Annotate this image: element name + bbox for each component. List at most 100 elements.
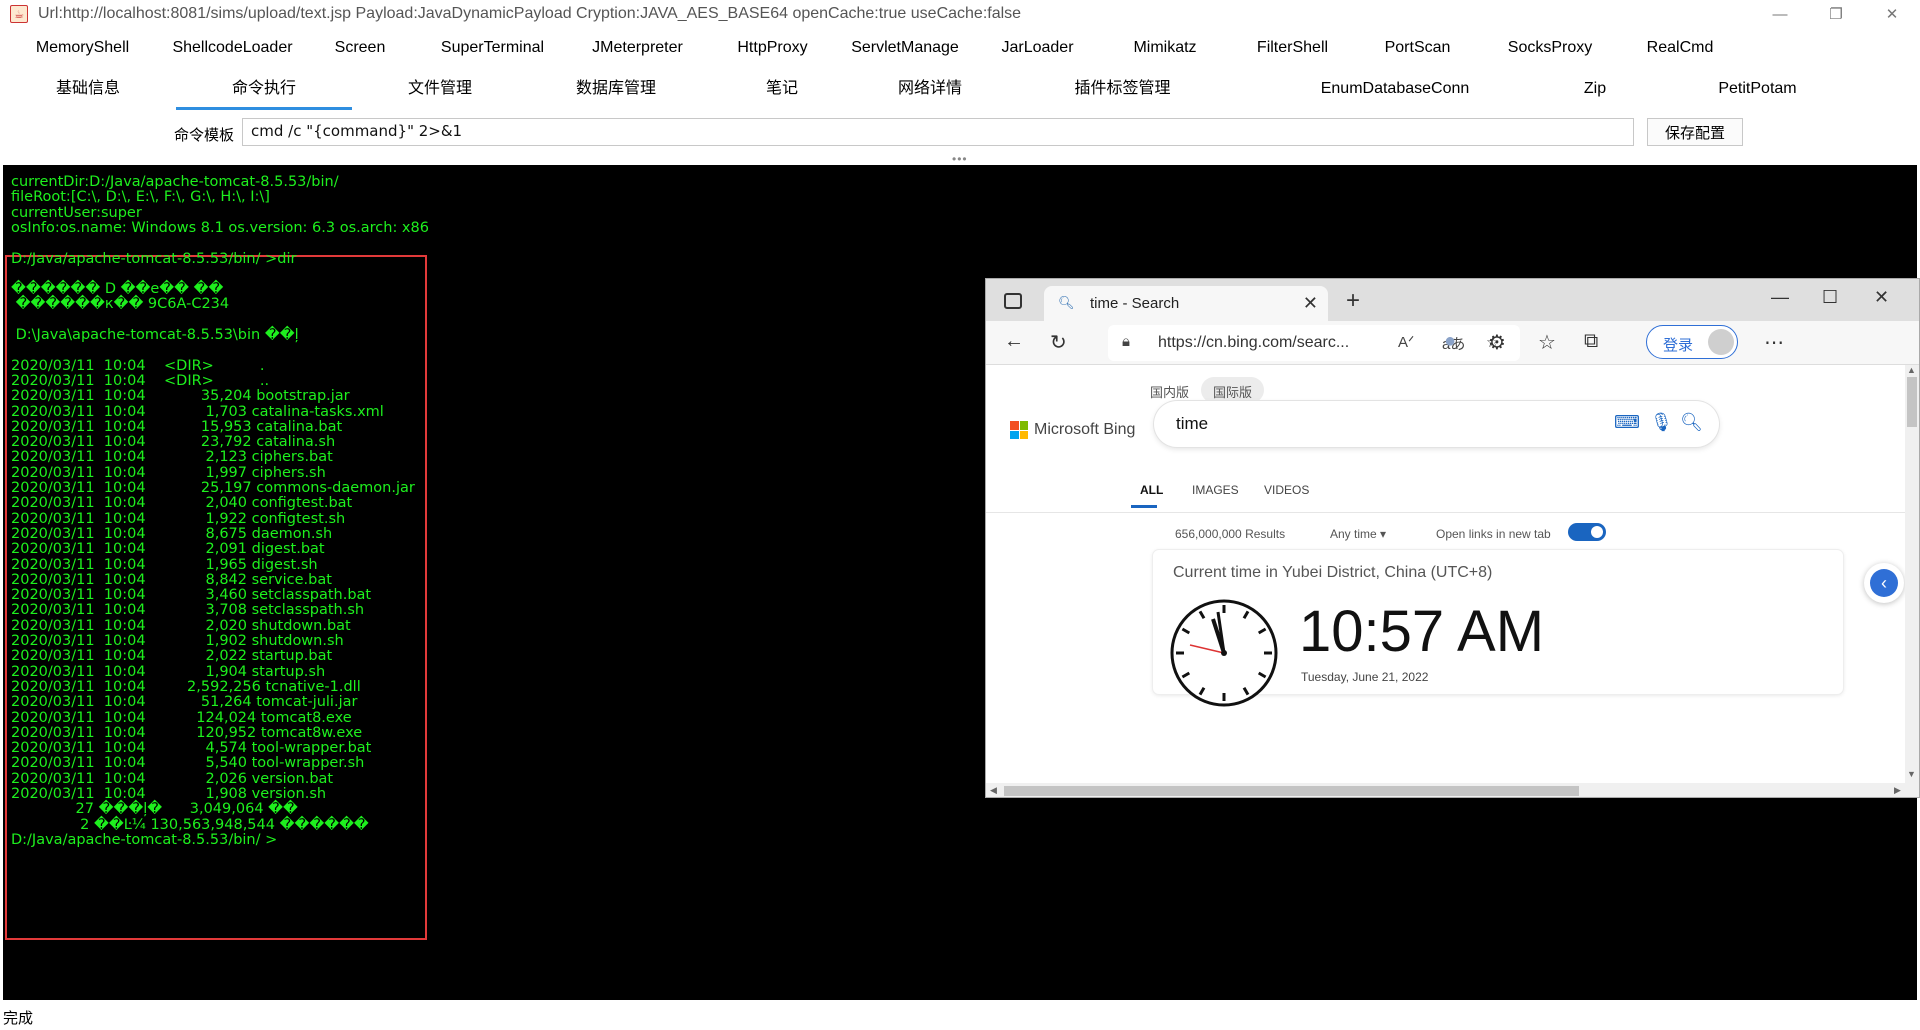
vertical-scroll-thumb[interactable]: [1907, 377, 1917, 427]
plugin-servletmanage[interactable]: ServletManage: [835, 39, 975, 57]
plugin-screen[interactable]: Screen: [300, 39, 420, 57]
status-bar: 完成: [0, 1003, 1920, 1030]
bing-logo-text: Microsoft Bing: [1034, 421, 1136, 438]
bing-page: 国内版 国际版 Microsoft Bing time ⌨ 🎙︎ 🔍︎ ALL …: [986, 365, 1919, 797]
browser-tab-title: time - Search: [1090, 295, 1180, 312]
browser-tabstrip: 🔍︎ time - Search ✕ + — ☐ ✕: [986, 279, 1919, 321]
browser-window: 🔍︎ time - Search ✕ + — ☐ ✕ ← ↻ 🔒︎ https:…: [985, 278, 1920, 798]
plugin-httpproxy[interactable]: HttpProxy: [710, 39, 835, 57]
window-controls: — ❐ ✕: [1752, 0, 1920, 28]
minimize-icon[interactable]: —: [1752, 0, 1808, 28]
search-icon[interactable]: 🔍︎: [1680, 412, 1703, 433]
open-links-label: Open links in new tab: [1436, 527, 1551, 541]
browser-maximize-icon[interactable]: ☐: [1822, 287, 1838, 308]
current-date: Tuesday, June 21, 2022: [1301, 670, 1429, 684]
signin-label: 登录: [1663, 337, 1694, 354]
scroll-up-icon[interactable]: ▲: [1907, 365, 1916, 375]
browser-minimize-icon[interactable]: —: [1771, 287, 1789, 308]
plugin-memoryshell[interactable]: MemoryShell: [0, 39, 165, 57]
tab-enum-database-conn[interactable]: EnumDatabaseConn: [1245, 70, 1545, 110]
tab-command-exec[interactable]: 命令执行: [176, 70, 352, 110]
tab-basic-info[interactable]: 基础信息: [0, 70, 176, 110]
plugin-jmeterpreter[interactable]: JMeterpreter: [565, 39, 710, 57]
vertical-scrollbar[interactable]: ▲ ▼: [1905, 365, 1919, 785]
splitter-handle-icon[interactable]: •••: [952, 152, 968, 166]
tab-notes[interactable]: 笔记: [704, 70, 860, 110]
command-template-label: 命令模板: [174, 127, 235, 144]
tab-zip[interactable]: Zip: [1545, 70, 1645, 110]
command-template-input[interactable]: cmd /c "{command}" 2>&1: [242, 118, 1634, 146]
tab-database-manager[interactable]: 数据库管理: [528, 70, 704, 110]
restore-icon[interactable]: ❐: [1808, 0, 1864, 28]
results-count: 656,000,000 Results: [1175, 527, 1286, 541]
plugin-filtershell[interactable]: FilterShell: [1230, 39, 1355, 57]
time-location: Current time in Yubei District, China (U…: [1173, 564, 1493, 581]
plugin-jarloader[interactable]: JarLoader: [975, 39, 1100, 57]
chevron-left-icon: ‹: [1870, 569, 1898, 597]
plugin-portscan[interactable]: PortScan: [1355, 39, 1480, 57]
window-title: Url:http://localhost:8081/sims/upload/te…: [38, 5, 1022, 22]
tab-file-manager[interactable]: 文件管理: [352, 70, 528, 110]
scroll-right-icon[interactable]: ▶: [1894, 785, 1901, 796]
search-input[interactable]: time ⌨ 🎙︎ 🔍︎: [1154, 401, 1719, 447]
status-text: 完成: [3, 1010, 34, 1027]
close-tab-icon[interactable]: ✕: [1303, 293, 1318, 314]
refresh-icon[interactable]: ↻: [1050, 330, 1067, 355]
browser-toolbar: ← ↻ 🔒︎ https://cn.bing.com/searc... A͏ᐟ …: [986, 321, 1919, 365]
horizontal-scroll-thumb[interactable]: [1004, 786, 1579, 796]
plugin-socksproxy[interactable]: SocksProxy: [1480, 39, 1620, 57]
new-tab-icon[interactable]: +: [1346, 287, 1360, 315]
open-links-toggle[interactable]: [1568, 523, 1606, 541]
search-query: time: [1176, 414, 1209, 433]
microphone-icon[interactable]: 🎙︎: [1650, 412, 1673, 433]
plugin-realcmd[interactable]: RealCmd: [1620, 39, 1740, 57]
tab-images[interactable]: IMAGES: [1192, 483, 1239, 497]
search-icon: 🔍︎: [1058, 295, 1075, 310]
more-menu-icon[interactable]: ⋯: [1764, 330, 1784, 355]
read-aloud-icon[interactable]: A͏ᐟ: [1398, 333, 1414, 351]
extensions-icon[interactable]: ⚙: [1488, 330, 1506, 355]
tab-plugin-tag-manager[interactable]: 插件标签管理: [1000, 70, 1245, 110]
close-icon[interactable]: ✕: [1864, 0, 1920, 28]
plugin-shellcodeloader[interactable]: ShellcodeLoader: [165, 39, 300, 57]
plugin-mimikatz[interactable]: Mimikatz: [1100, 39, 1230, 57]
extension-circle-icon[interactable]: ●: [1444, 330, 1456, 353]
keyboard-icon[interactable]: ⌨: [1614, 412, 1640, 433]
save-config-button[interactable]: 保存配置: [1647, 118, 1743, 146]
microsoft-logo-icon: [1010, 421, 1028, 439]
horizontal-scrollbar[interactable]: ◀ ▶: [986, 783, 1919, 797]
region-cn-link[interactable]: 国内版: [1138, 377, 1201, 403]
java-app-icon: ☕: [10, 5, 28, 23]
time-answer-card: Current time in Yubei District, China (U…: [1153, 550, 1843, 707]
browser-close-icon[interactable]: ✕: [1874, 287, 1889, 308]
any-time-filter[interactable]: Any time ▾: [1330, 527, 1386, 541]
browser-tab[interactable]: 🔍︎ time - Search ✕: [1044, 286, 1328, 321]
terminal-line: D:/Java/apache-tomcat-8.5.53/bin/ >: [11, 831, 278, 848]
tab-videos[interactable]: VIDEOS: [1264, 483, 1309, 497]
divider: [986, 512, 1919, 513]
plugin-superterminal[interactable]: SuperTerminal: [420, 39, 565, 57]
address-text: https://cn.bing.com/searc...: [1158, 334, 1350, 351]
tab-network-details[interactable]: 网络详情: [860, 70, 1000, 110]
back-icon[interactable]: ←: [1004, 330, 1024, 353]
active-tab-indicator: [1131, 505, 1157, 508]
scroll-left-icon[interactable]: ◀: [990, 785, 997, 796]
tab-all[interactable]: ALL: [1140, 483, 1163, 497]
tab-actions-icon[interactable]: [1004, 293, 1022, 309]
any-time-label: Any time: [1330, 527, 1377, 541]
signin-button[interactable]: 登录: [1646, 325, 1738, 359]
address-bar[interactable]: 🔒︎ https://cn.bing.com/searc... A͏ᐟ aあ ☆: [1108, 325, 1520, 361]
scroll-down-icon[interactable]: ▼: [1907, 769, 1916, 779]
region-intl-link[interactable]: 国际版: [1201, 377, 1265, 403]
analog-clock-icon: [1170, 599, 1278, 707]
avatar: [1708, 329, 1734, 355]
favorites-icon[interactable]: ☆: [1538, 330, 1556, 355]
tab-petitpotam[interactable]: PetitPotam: [1645, 70, 1870, 110]
sidebar-toggle-button[interactable]: ‹: [1864, 563, 1904, 603]
terminal-line: ������к�� 9C6A-C234: [11, 296, 230, 313]
bing-logo[interactable]: Microsoft Bing: [1010, 421, 1135, 439]
plugin-bar: MemoryShell ShellcodeLoader Screen Super…: [0, 30, 1920, 66]
current-time: 10:57 AM: [1299, 599, 1545, 664]
collections-icon[interactable]: ⧉: [1584, 330, 1598, 353]
window-titlebar: ☕ Url:http://localhost:8081/sims/upload/…: [0, 0, 1920, 28]
